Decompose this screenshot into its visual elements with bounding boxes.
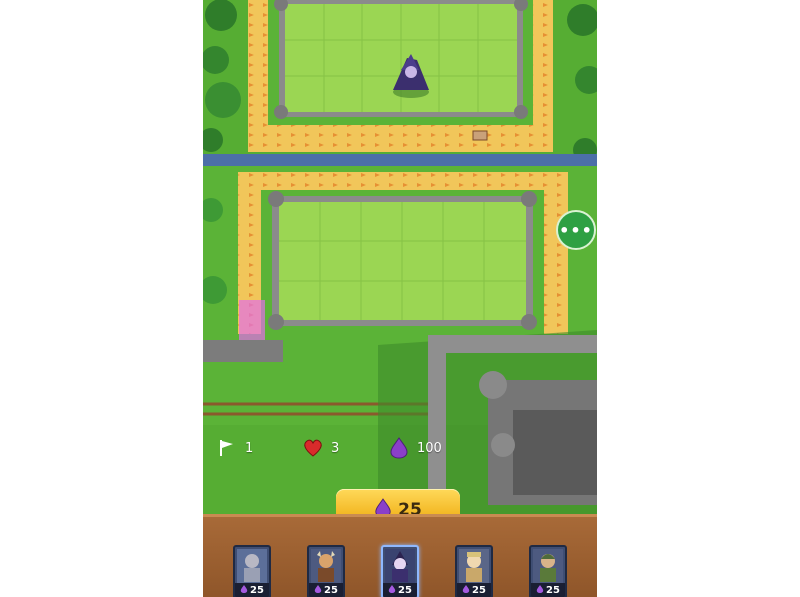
card-cost: 25	[324, 584, 338, 596]
viking-card[interactable]: 25	[307, 545, 345, 597]
card-cost: 25	[250, 584, 264, 596]
mana-gem-icon	[240, 584, 248, 597]
mana-gem-icon	[388, 584, 396, 597]
more-options-button[interactable]: •••	[556, 210, 596, 250]
mage-card[interactable]: 25	[381, 545, 419, 597]
more-icon: •••	[559, 220, 593, 240]
flag-icon	[215, 436, 239, 460]
warrior-card[interactable]: 25	[455, 545, 493, 597]
card-cost: 25	[472, 584, 486, 596]
card-cost: 25	[398, 584, 412, 596]
mana-gem-icon	[387, 436, 411, 460]
river	[203, 154, 597, 166]
archer-portrait	[533, 549, 563, 583]
mana-gem-icon	[314, 584, 322, 597]
mana-value: 100	[417, 440, 442, 456]
mana-counter: 100	[387, 433, 442, 463]
hearts-counter: 3	[301, 433, 339, 463]
mage-portrait	[385, 549, 415, 583]
card-cost: 25	[546, 584, 560, 596]
knight-portrait	[237, 549, 267, 583]
mana-gem-icon	[536, 584, 544, 597]
player-field	[238, 172, 568, 334]
spawn-portal	[239, 300, 265, 345]
archer-card[interactable]: 25	[529, 545, 567, 597]
flags-counter: 1	[215, 433, 253, 463]
knight-card[interactable]: 25	[233, 545, 271, 597]
warrior-portrait	[459, 549, 489, 583]
card-tray: 25 25 25 25 25	[203, 514, 597, 597]
game-viewport[interactable]: ••• 1 3 100 25 25 25 25 25 25	[203, 0, 597, 597]
mana-gem-icon	[462, 584, 470, 597]
chest-item	[472, 130, 488, 141]
viking-portrait	[311, 549, 341, 583]
flags-value: 1	[245, 440, 254, 456]
heart-icon	[301, 436, 325, 460]
hearts-value: 3	[331, 440, 340, 456]
